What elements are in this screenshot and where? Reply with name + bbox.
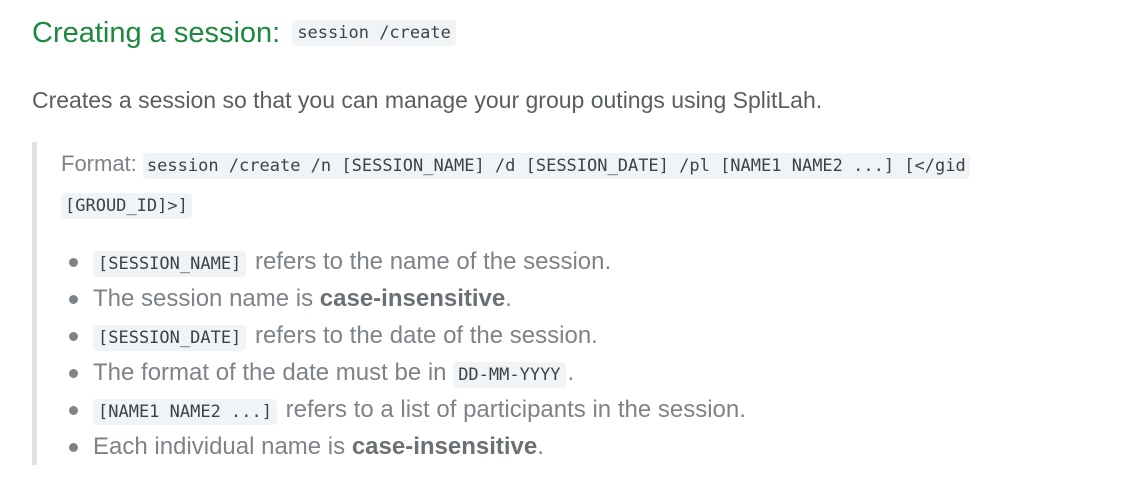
list-item: The format of the date must be in DD-MM-…	[65, 354, 746, 391]
bullet-icon	[69, 258, 78, 267]
param-code: [NAME1 NAME2 ...]	[93, 399, 277, 425]
format-line: Format: session /create /n [SESSION_NAME…	[61, 142, 1071, 225]
note-text: The format of the date must be in	[93, 359, 454, 386]
param-code: [SESSION_NAME]	[93, 251, 247, 277]
note-text-end: .	[567, 359, 575, 386]
bullet-icon	[69, 369, 78, 378]
format-code-line2: [GROUD_ID]>]	[61, 193, 192, 219]
note-text: refers to a list of participants in the …	[279, 396, 746, 423]
note-text: refers to the date of the session.	[248, 322, 598, 349]
heading-text: Creating a session:	[32, 17, 281, 49]
date-format-code: DD-MM-YYYY	[453, 362, 566, 388]
list-item: [SESSION_DATE] refers to the date of the…	[65, 317, 746, 354]
section-heading: Creating a session: session /create	[32, 12, 456, 54]
bullet-icon	[69, 332, 78, 341]
note-text-end: .	[537, 433, 544, 460]
bullet-icon	[69, 295, 78, 304]
note-text: refers to the name of the session.	[248, 248, 612, 275]
list-item: [SESSION_NAME] refers to the name of the…	[65, 243, 746, 280]
format-label: Format:	[61, 151, 137, 176]
section-description: Creates a session so that you can manage…	[32, 87, 823, 113]
note-bold: case-insensitive	[351, 433, 538, 460]
note-text: The session name is	[93, 285, 320, 312]
bullet-icon	[69, 443, 78, 452]
param-code: [SESSION_DATE]	[93, 325, 247, 351]
list-item: Each individual name is case-insensitive…	[65, 428, 746, 465]
list-item: [NAME1 NAME2 ...] refers to a list of pa…	[65, 391, 746, 428]
heading-command-code: session /create	[292, 20, 456, 46]
notes-list: [SESSION_NAME] refers to the name of the…	[65, 243, 746, 465]
note-text: Each individual name is	[93, 433, 352, 460]
note-text-end: .	[505, 285, 512, 312]
list-item: The session name is case-insensitive.	[65, 280, 746, 317]
bullet-icon	[69, 406, 78, 415]
format-code-line1: session /create /n [SESSION_NAME] /d [SE…	[142, 153, 970, 179]
format-blockquote: Format: session /create /n [SESSION_NAME…	[32, 142, 1072, 465]
note-bold: case-insensitive	[319, 285, 506, 312]
